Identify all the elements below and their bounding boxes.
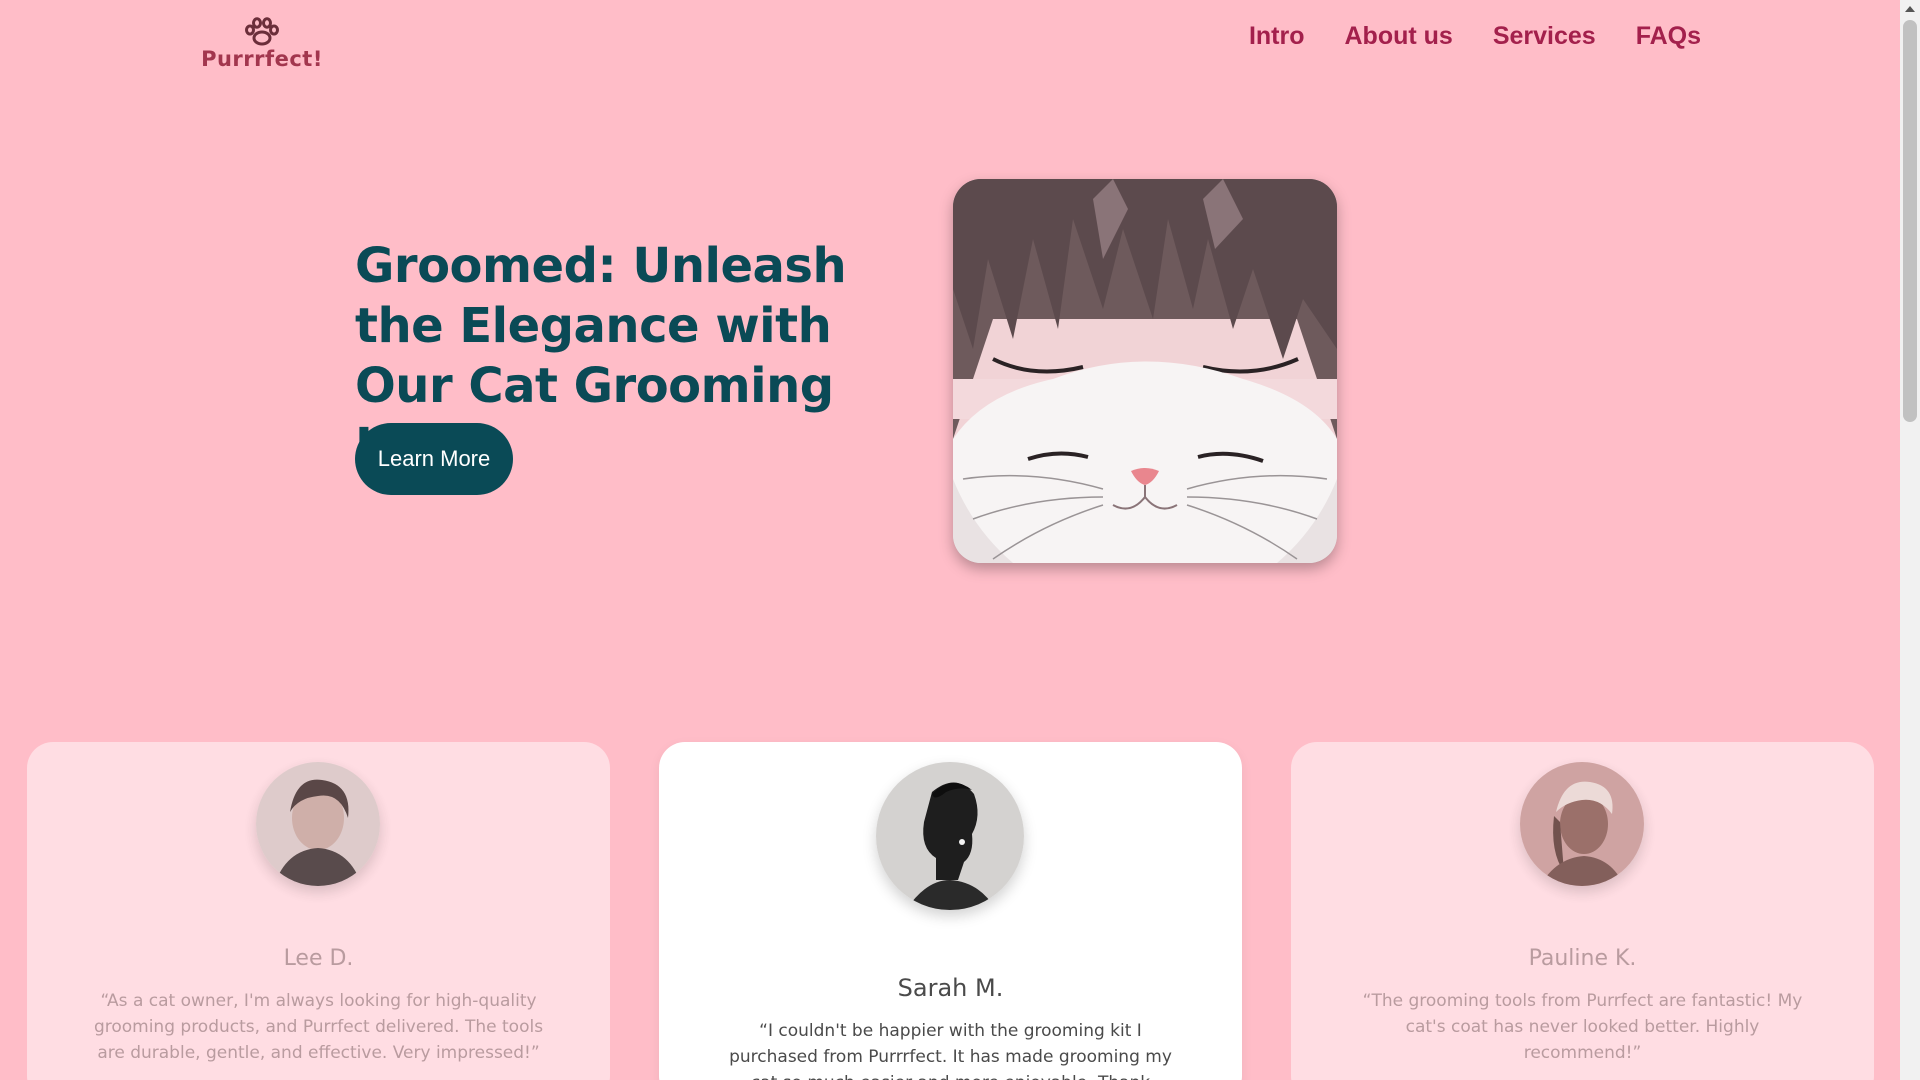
testimonial-quote: “As a cat owner, I'm always looking for … [93, 991, 544, 1063]
avatar [876, 762, 1024, 910]
logo[interactable]: Purrrfect! [200, 16, 324, 72]
testimonial-card[interactable]: Lee D. “As a cat owner, I'm always looki… [27, 742, 610, 1080]
nav-link-faqs[interactable]: FAQs [1636, 22, 1701, 51]
main-nav: Intro About us Services FAQs [1249, 22, 1701, 51]
anime-cat-illustration [953, 179, 1337, 563]
page: Purrrfect! Intro About us Services FAQs … [0, 0, 1920, 1080]
testimonial-name: Pauline K. [1528, 946, 1637, 971]
testimonial-name: Lee D. [283, 946, 354, 971]
vertical-scrollbar[interactable] [1900, 0, 1920, 1080]
testimonial-name: Sarah M. [897, 974, 1004, 1002]
testimonial-card[interactable]: Sarah M. “I couldn't be happier with the… [659, 742, 1242, 1080]
scroll-up-arrow-icon[interactable] [1905, 6, 1915, 12]
testimonial-card[interactable]: Pauline K. “The grooming tools from Purr… [1291, 742, 1874, 1080]
avatar [1520, 762, 1644, 886]
testimonial-quote: “The grooming tools from Purrfect are fa… [1362, 991, 1803, 1063]
nav-link-services[interactable]: Services [1493, 22, 1596, 51]
paw-icon [245, 17, 279, 46]
avatar [256, 762, 380, 886]
nav-link-about-us[interactable]: About us [1345, 22, 1453, 51]
hero-image [953, 179, 1337, 563]
scroll-thumb[interactable] [1903, 20, 1917, 422]
logo-text: Purrrfect! [201, 47, 323, 71]
nav-link-intro[interactable]: Intro [1249, 22, 1305, 51]
testimonial-quote: “I couldn't be happier with the grooming… [729, 1021, 1172, 1080]
learn-more-button[interactable]: Learn More [355, 423, 513, 495]
